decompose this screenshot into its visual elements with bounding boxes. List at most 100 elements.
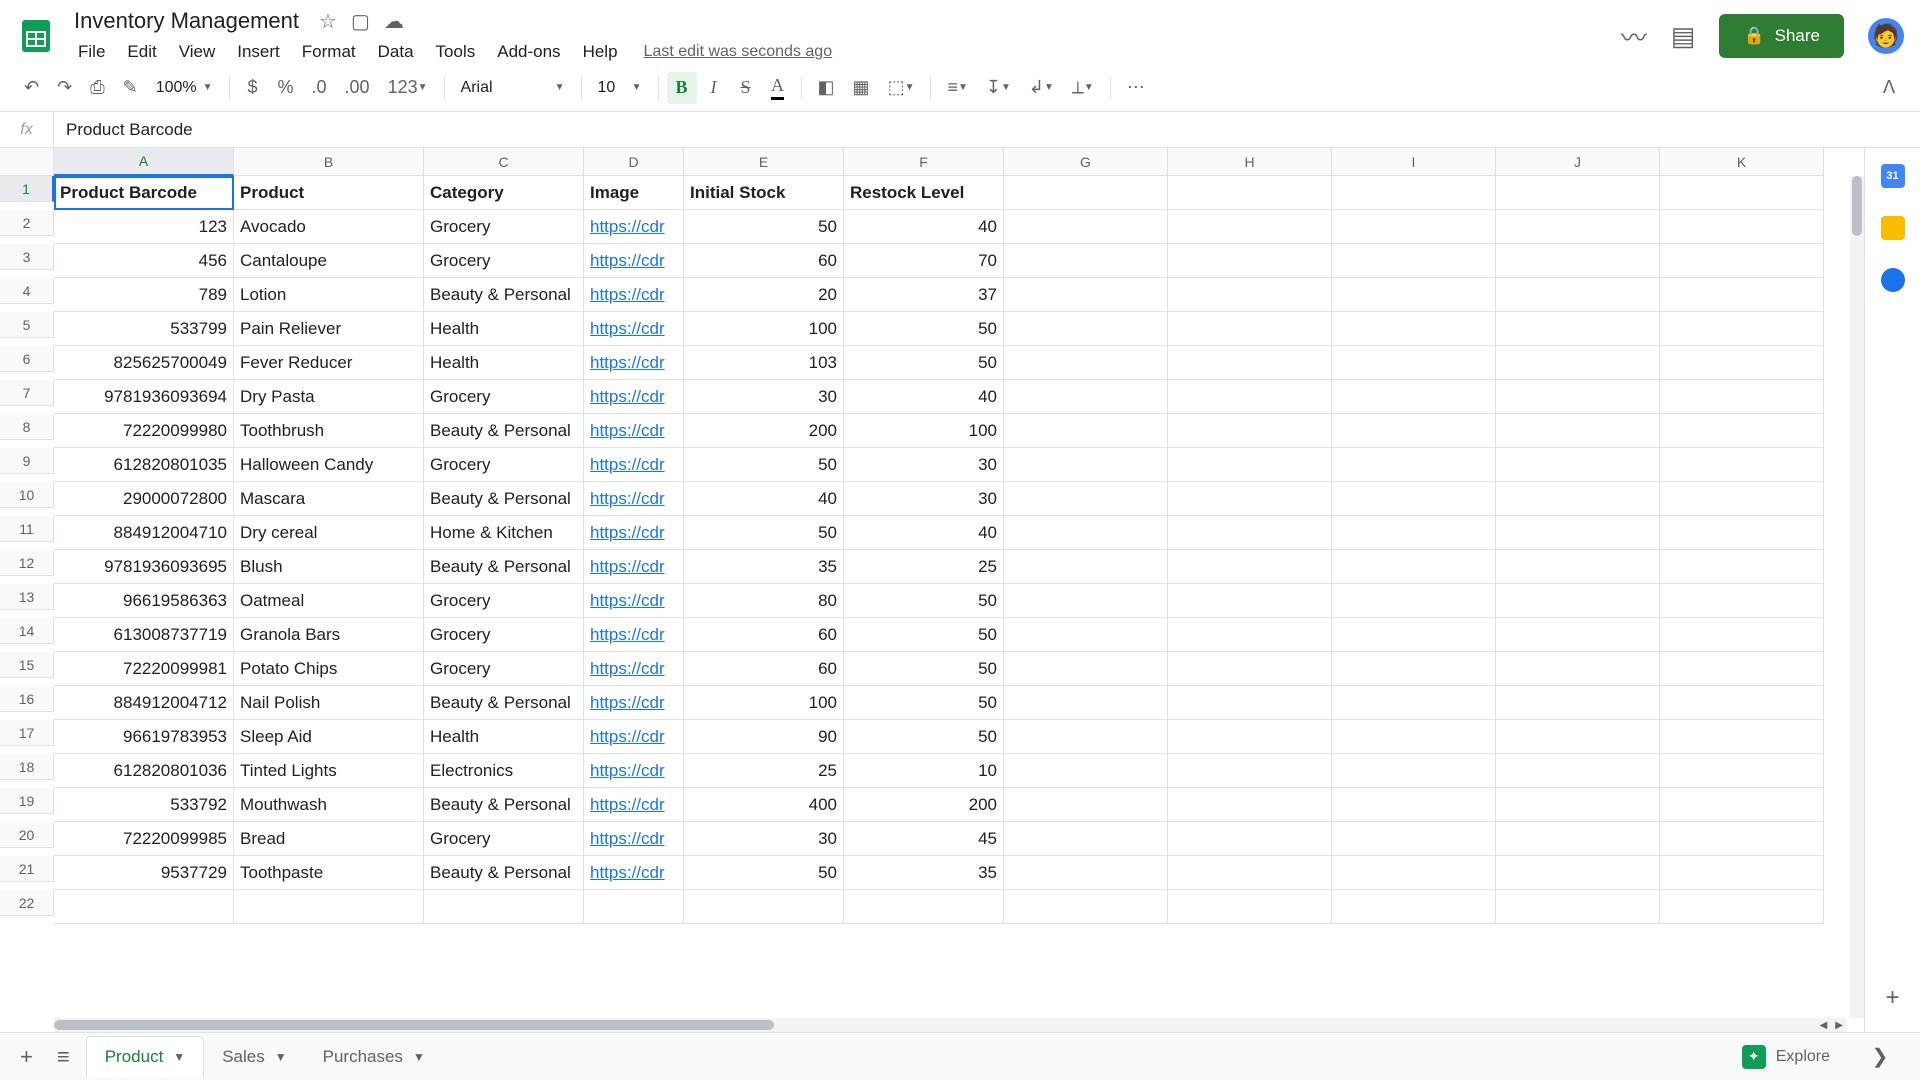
cell-D5[interactable]: https://cdr <box>584 312 684 346</box>
cell-J16[interactable] <box>1496 686 1660 720</box>
cell-J10[interactable] <box>1496 482 1660 516</box>
cell-G14[interactable] <box>1004 618 1168 652</box>
cell-I8[interactable] <box>1332 414 1496 448</box>
cell-A13[interactable]: 96619586363 <box>54 584 234 618</box>
print-button[interactable]: ⎙ <box>82 72 112 104</box>
cell-G21[interactable] <box>1004 856 1168 890</box>
italic-button[interactable]: I <box>699 72 729 104</box>
cell-D20[interactable]: https://cdr <box>584 822 684 856</box>
menu-edit[interactable]: Edit <box>117 38 166 66</box>
cell-H10[interactable] <box>1168 482 1332 516</box>
cell-C11[interactable]: Home & Kitchen <box>424 516 584 550</box>
cell-F5[interactable]: 50 <box>844 312 1004 346</box>
cell-A4[interactable]: 789 <box>54 278 234 312</box>
cell-K8[interactable] <box>1660 414 1824 448</box>
row-header-8[interactable]: 8 <box>0 414 54 440</box>
cell-B19[interactable]: Mouthwash <box>234 788 424 822</box>
cell-K16[interactable] <box>1660 686 1824 720</box>
cell-H17[interactable] <box>1168 720 1332 754</box>
cell-G9[interactable] <box>1004 448 1168 482</box>
cell-C8[interactable]: Beauty & Personal <box>424 414 584 448</box>
cell-G19[interactable] <box>1004 788 1168 822</box>
column-header-B[interactable]: B <box>234 148 424 176</box>
cell-D9[interactable]: https://cdr <box>584 448 684 482</box>
cell-D2[interactable]: https://cdr <box>584 210 684 244</box>
cell-A21[interactable]: 9537729 <box>54 856 234 890</box>
currency-button[interactable]: $ <box>238 72 268 104</box>
cell-A22[interactable] <box>54 890 234 924</box>
cell-C18[interactable]: Electronics <box>424 754 584 788</box>
cell-I1[interactable] <box>1332 176 1496 210</box>
cell-J7[interactable] <box>1496 380 1660 414</box>
cell-B20[interactable]: Bread <box>234 822 424 856</box>
cell-H13[interactable] <box>1168 584 1332 618</box>
undo-button[interactable]: ↶ <box>16 72 47 104</box>
cell-I20[interactable] <box>1332 822 1496 856</box>
cell-B14[interactable]: Granola Bars <box>234 618 424 652</box>
cell-D19[interactable]: https://cdr <box>584 788 684 822</box>
cell-D1[interactable]: Image <box>584 176 684 210</box>
cell-F15[interactable]: 50 <box>844 652 1004 686</box>
cell-E13[interactable]: 80 <box>684 584 844 618</box>
cell-A9[interactable]: 612820801035 <box>54 448 234 482</box>
cell-H15[interactable] <box>1168 652 1332 686</box>
cell-G3[interactable] <box>1004 244 1168 278</box>
cell-G8[interactable] <box>1004 414 1168 448</box>
cell-H18[interactable] <box>1168 754 1332 788</box>
cell-I16[interactable] <box>1332 686 1496 720</box>
cell-D15[interactable]: https://cdr <box>584 652 684 686</box>
row-header-13[interactable]: 13 <box>0 584 54 610</box>
row-header-22[interactable]: 22 <box>0 890 54 916</box>
document-title[interactable]: Inventory Management <box>68 6 305 36</box>
row-header-20[interactable]: 20 <box>0 822 54 848</box>
cell-F18[interactable]: 10 <box>844 754 1004 788</box>
menu-format[interactable]: Format <box>292 38 366 66</box>
cell-D10[interactable]: https://cdr <box>584 482 684 516</box>
cell-B8[interactable]: Toothbrush <box>234 414 424 448</box>
cell-E22[interactable] <box>684 890 844 924</box>
cell-G18[interactable] <box>1004 754 1168 788</box>
format-number-select[interactable]: 123▼ <box>380 72 436 104</box>
cell-H19[interactable] <box>1168 788 1332 822</box>
cell-I19[interactable] <box>1332 788 1496 822</box>
cell-I6[interactable] <box>1332 346 1496 380</box>
menu-view[interactable]: View <box>169 38 226 66</box>
cell-K11[interactable] <box>1660 516 1824 550</box>
cell-I11[interactable] <box>1332 516 1496 550</box>
menu-help[interactable]: Help <box>573 38 628 66</box>
cell-J12[interactable] <box>1496 550 1660 584</box>
cell-I18[interactable] <box>1332 754 1496 788</box>
column-header-K[interactable]: K <box>1660 148 1824 176</box>
cell-B6[interactable]: Fever Reducer <box>234 346 424 380</box>
tasks-icon[interactable] <box>1881 268 1905 292</box>
cell-K22[interactable] <box>1660 890 1824 924</box>
cell-E6[interactable]: 103 <box>684 346 844 380</box>
vertical-align-button[interactable]: ↧ ▼ <box>978 72 1019 104</box>
cell-H8[interactable] <box>1168 414 1332 448</box>
cell-J1[interactable] <box>1496 176 1660 210</box>
cell-G11[interactable] <box>1004 516 1168 550</box>
star-icon[interactable]: ☆ <box>319 9 337 34</box>
cell-K5[interactable] <box>1660 312 1824 346</box>
cell-E9[interactable]: 50 <box>684 448 844 482</box>
cell-A3[interactable]: 456 <box>54 244 234 278</box>
cell-E12[interactable]: 35 <box>684 550 844 584</box>
cell-F9[interactable]: 30 <box>844 448 1004 482</box>
cell-I3[interactable] <box>1332 244 1496 278</box>
sheet-tab-product[interactable]: Product▼ <box>86 1036 204 1077</box>
cell-G1[interactable] <box>1004 176 1168 210</box>
horizontal-align-button[interactable]: ≡ ▼ <box>939 72 975 104</box>
cell-A8[interactable]: 72220099980 <box>54 414 234 448</box>
cell-D8[interactable]: https://cdr <box>584 414 684 448</box>
cell-A15[interactable]: 72220099981 <box>54 652 234 686</box>
cell-J20[interactable] <box>1496 822 1660 856</box>
cell-I2[interactable] <box>1332 210 1496 244</box>
cell-J18[interactable] <box>1496 754 1660 788</box>
cell-K20[interactable] <box>1660 822 1824 856</box>
column-header-A[interactable]: A <box>54 148 234 176</box>
cell-I7[interactable] <box>1332 380 1496 414</box>
cell-G16[interactable] <box>1004 686 1168 720</box>
more-tools-button[interactable]: ⋯ <box>1119 72 1153 104</box>
sheet-tab-sales[interactable]: Sales▼ <box>204 1036 304 1077</box>
menu-data[interactable]: Data <box>368 38 424 66</box>
